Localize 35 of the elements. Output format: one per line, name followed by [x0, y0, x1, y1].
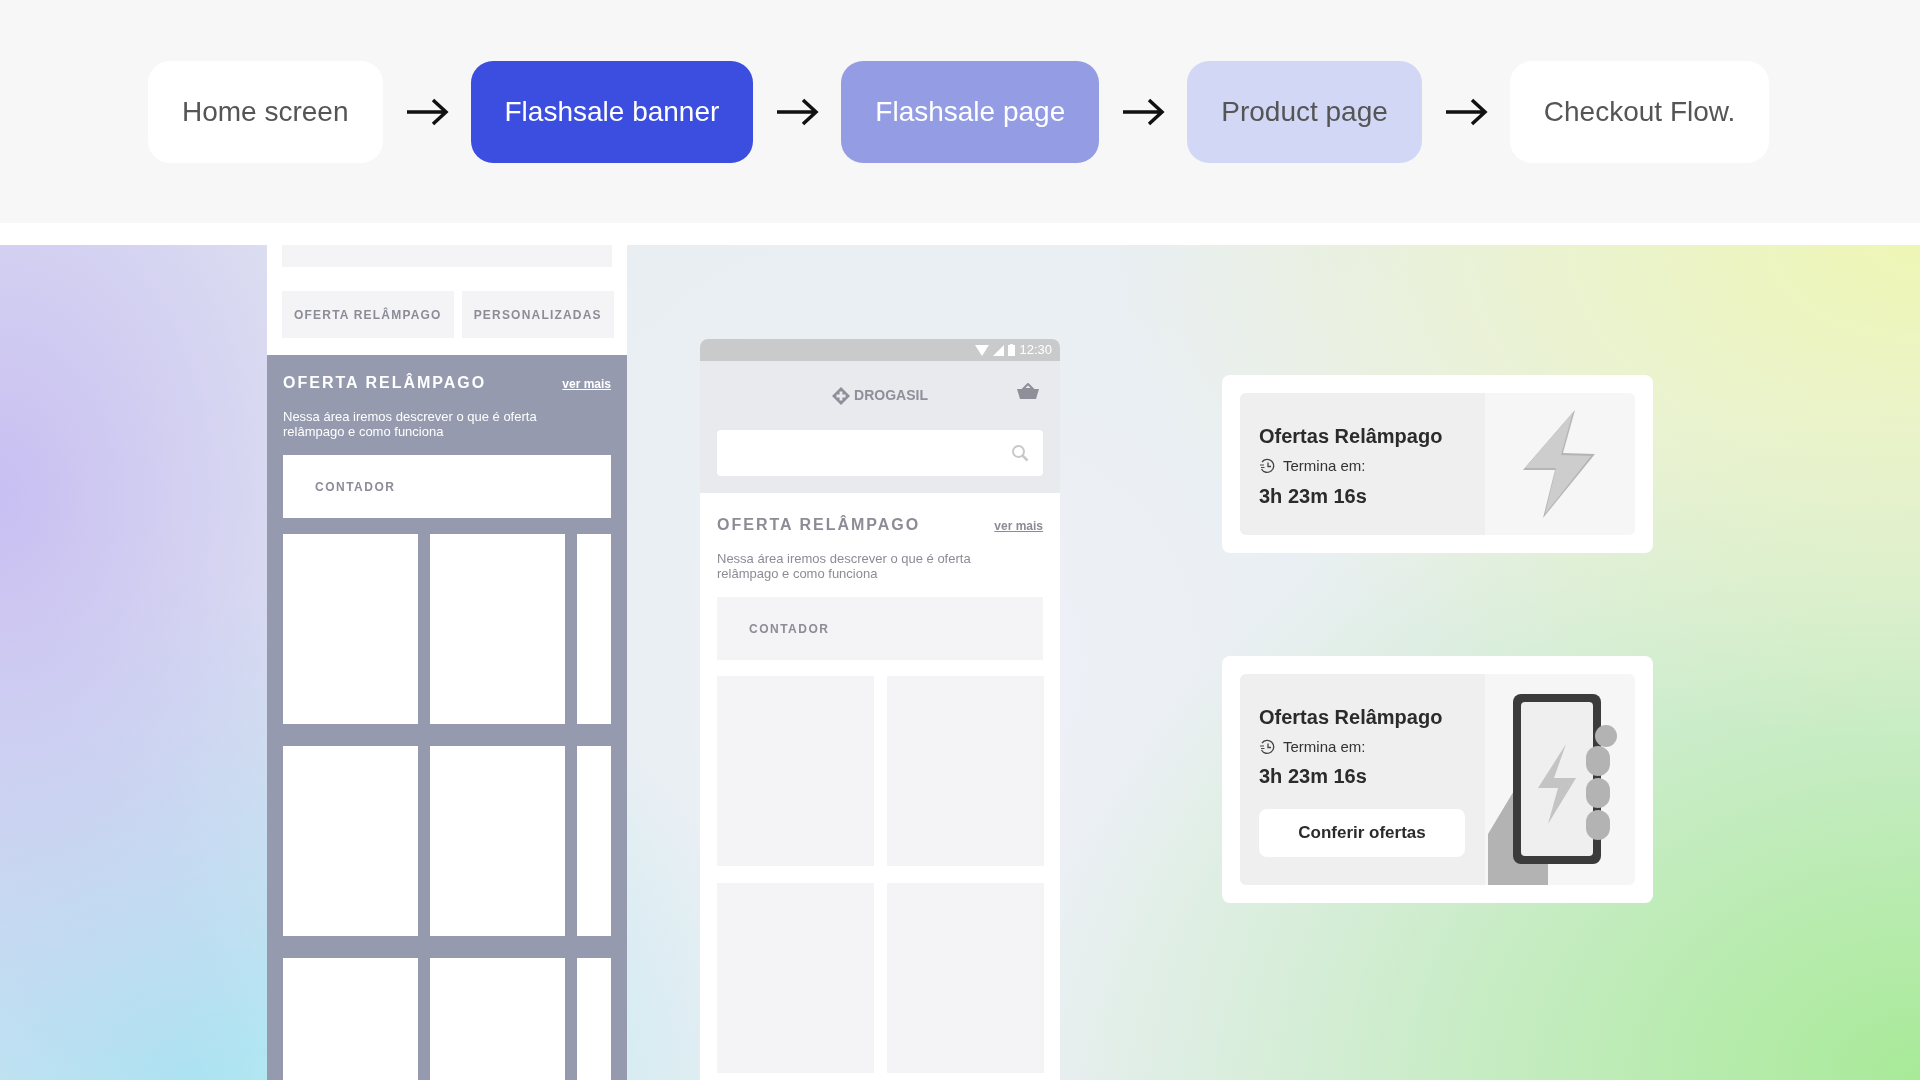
battery-icon [1008, 344, 1016, 356]
flow-step[interactable]: Product page [1187, 60, 1422, 163]
arrow-icon [775, 97, 820, 126]
countdown-field: CONTADOR [717, 597, 1043, 660]
flow-step[interactable]: Flashsale banner [470, 60, 754, 163]
signal-icon [993, 344, 1005, 356]
search-field[interactable] [717, 430, 1043, 476]
category-tab[interactable]: PERSONALIZADAS [461, 291, 614, 338]
banner-title: Ofertas Relâmpago [1259, 704, 1444, 730]
section-description: Nessa área iremos descrever o que é oferta relâmpago e como funciona [283, 409, 538, 439]
arrow-icon [1121, 97, 1166, 126]
arrow-icon [1443, 97, 1488, 126]
ends-label: Termina em: [1283, 736, 1366, 757]
flow-step[interactable]: Checkout Flow. [1509, 60, 1770, 163]
banner-title: Ofertas Relâmpago [1259, 424, 1444, 449]
countdown-time: 3h 23m 16s [1259, 764, 1368, 789]
wifi-icon [975, 344, 990, 356]
brand-name: DROGASIL [854, 386, 928, 405]
countdown-time: 3h 23m 16s [1259, 483, 1368, 509]
view-offers-button[interactable]: Conferir ofertas [1259, 809, 1465, 857]
clock-icon [1259, 458, 1275, 475]
section-title: OFERTA RELÂMPAGO [717, 514, 921, 535]
see-more-link[interactable]: ver mais [562, 375, 611, 393]
clock-icon [1259, 738, 1275, 755]
basket-icon[interactable] [1017, 383, 1039, 399]
countdown-field: CONTADOR [283, 455, 611, 518]
arrow-icon [404, 97, 449, 126]
category-tab[interactable]: OFERTA RELÂMPAGO [282, 291, 454, 338]
flow-step[interactable]: Home screen [148, 60, 383, 163]
search-icon [1011, 444, 1029, 462]
see-more-link[interactable]: ver mais [994, 517, 1043, 535]
section-title: OFERTA RELÂMPAGO [283, 372, 487, 393]
logo-icon [832, 386, 851, 405]
ends-label: Termina em: [1283, 456, 1366, 476]
section-description: Nessa área iremos descrever o que é oferta relâmpago e como funciona [717, 551, 972, 581]
